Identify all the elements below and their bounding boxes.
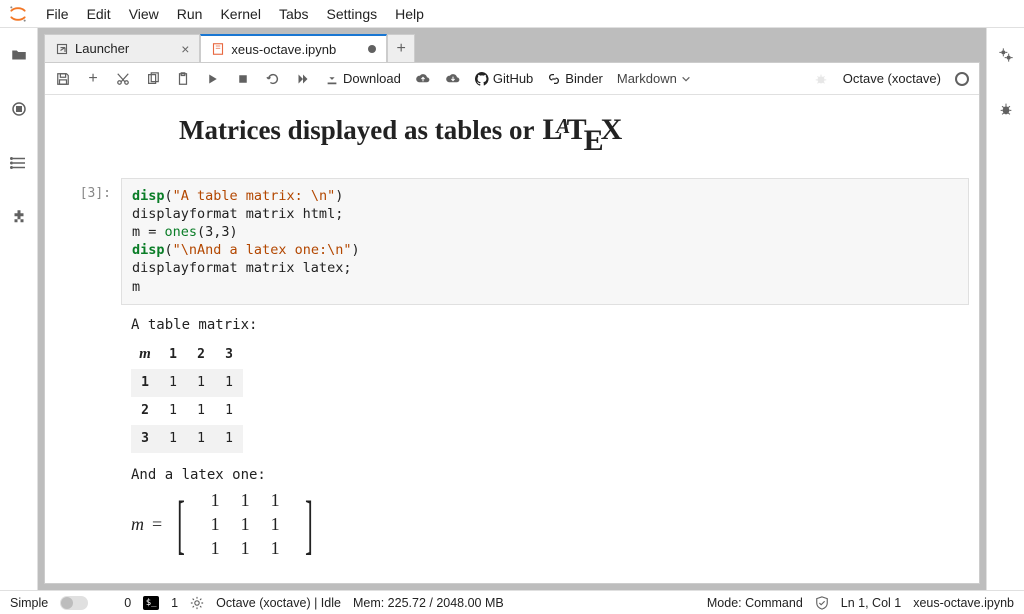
menu-help[interactable]: Help <box>395 6 424 22</box>
cell-type-select[interactable]: Markdown <box>617 71 691 86</box>
settings-icon[interactable] <box>190 596 204 610</box>
heading-text: Matrices displayed as tables or <box>179 115 534 146</box>
code-cell[interactable]: [3]: disp("A table matrix: \n") displayf… <box>55 178 969 305</box>
terminals-count[interactable]: 0 <box>124 596 131 610</box>
extension-icon[interactable] <box>10 208 28 226</box>
download-button[interactable]: Download <box>325 71 401 86</box>
menu-file[interactable]: File <box>46 6 69 22</box>
left-sidebar <box>0 28 38 590</box>
input-prompt: [3]: <box>55 178 121 305</box>
github-button[interactable]: GitHub <box>475 71 533 86</box>
simple-label: Simple <box>10 596 48 610</box>
cloud-download-icon[interactable] <box>445 71 461 87</box>
bug-icon[interactable] <box>813 71 829 87</box>
table-row: 3111 <box>131 425 243 453</box>
running-icon[interactable] <box>10 100 28 118</box>
gears-icon[interactable] <box>997 46 1015 64</box>
menu-tabs[interactable]: Tabs <box>279 6 309 22</box>
tab-bar: Launcher × xeus-octave.ipynb + <box>44 34 980 62</box>
menubar: File Edit View Run Kernel Tabs Settings … <box>0 0 1024 28</box>
toc-icon[interactable] <box>10 154 28 172</box>
download-label: Download <box>343 71 401 86</box>
cell-output: A table matrix: m 1 2 3 1111 2111 <box>121 309 969 569</box>
run-icon[interactable] <box>205 71 221 87</box>
output-cell: A table matrix: m 1 2 3 1111 2111 <box>55 309 969 569</box>
menu-edit[interactable]: Edit <box>87 6 111 22</box>
output-text: A table matrix: <box>131 317 959 333</box>
tab-label: Launcher <box>75 41 129 56</box>
binder-button[interactable]: Binder <box>547 71 603 86</box>
restart-icon[interactable] <box>265 71 281 87</box>
memory-status: Mem: 225.72 / 2048.00 MB <box>353 596 504 610</box>
add-cell-icon[interactable]: + <box>85 71 101 87</box>
jupyter-logo-icon <box>8 4 28 24</box>
save-icon[interactable] <box>55 71 71 87</box>
kernel-status[interactable]: Octave (xoctave) | Idle <box>216 596 341 610</box>
cursor-position[interactable]: Ln 1, Col 1 <box>841 596 901 610</box>
table-row: 2111 <box>131 397 243 425</box>
cut-icon[interactable] <box>115 71 131 87</box>
menu-kernel[interactable]: Kernel <box>220 6 260 22</box>
notebook-panel: + Download GitHub <box>44 62 980 584</box>
menu-settings[interactable]: Settings <box>327 6 378 22</box>
paste-icon[interactable] <box>175 71 191 87</box>
chevron-down-icon <box>681 74 691 84</box>
output-text: And a latex one: <box>131 467 959 483</box>
latex-logo: LATEX <box>542 113 622 158</box>
menu-run[interactable]: Run <box>177 6 203 22</box>
kernel-name[interactable]: Octave (xoctave) <box>843 71 941 86</box>
fast-forward-icon[interactable] <box>295 71 311 87</box>
tab-label: xeus-octave.ipynb <box>231 42 336 57</box>
kernels-count[interactable]: 1 <box>171 596 178 610</box>
kernel-status-icon <box>955 72 969 86</box>
unsaved-dot-icon <box>368 45 376 53</box>
binder-label: Binder <box>565 71 603 86</box>
notebook-body[interactable]: Matrices displayed as tables or LATEX [3… <box>45 95 979 583</box>
cloud-upload-icon[interactable] <box>415 71 431 87</box>
simple-mode-toggle[interactable] <box>60 596 88 610</box>
mode-status: Mode: Command <box>707 596 803 610</box>
github-label: GitHub <box>493 71 533 86</box>
folder-icon[interactable] <box>10 46 28 64</box>
stop-icon[interactable] <box>235 71 251 87</box>
new-tab-button[interactable]: + <box>387 34 415 62</box>
code-input[interactable]: disp("A table matrix: \n") displayformat… <box>121 178 969 305</box>
menu-view[interactable]: View <box>129 6 159 22</box>
dock-panel: Launcher × xeus-octave.ipynb + + <box>38 28 986 590</box>
tab-notebook[interactable]: xeus-octave.ipynb <box>200 34 387 62</box>
right-sidebar <box>986 28 1024 590</box>
notebook-icon <box>211 42 225 56</box>
debugger-icon[interactable] <box>997 100 1015 118</box>
main-area: Launcher × xeus-octave.ipynb + + <box>0 28 1024 590</box>
latex-matrix: m = [ 111 111 111 ] <box>131 489 320 561</box>
page-title: Matrices displayed as tables or LATEX <box>179 113 979 158</box>
close-icon[interactable]: × <box>181 41 189 57</box>
current-file[interactable]: xeus-octave.ipynb <box>913 596 1014 610</box>
html-matrix-table: m 1 2 3 1111 2111 3111 <box>131 341 243 453</box>
trust-icon[interactable] <box>815 596 829 610</box>
cell-type-label: Markdown <box>617 71 677 86</box>
copy-icon[interactable] <box>145 71 161 87</box>
notebook-toolbar: + Download GitHub <box>45 63 979 95</box>
status-bar: Simple 0 $_ 1 Octave (xoctave) | Idle Me… <box>0 590 1024 614</box>
terminal-icon[interactable]: $_ <box>143 596 159 610</box>
tab-launcher[interactable]: Launcher × <box>44 34 200 62</box>
launcher-icon <box>55 42 69 56</box>
table-row: 1111 <box>131 369 243 397</box>
